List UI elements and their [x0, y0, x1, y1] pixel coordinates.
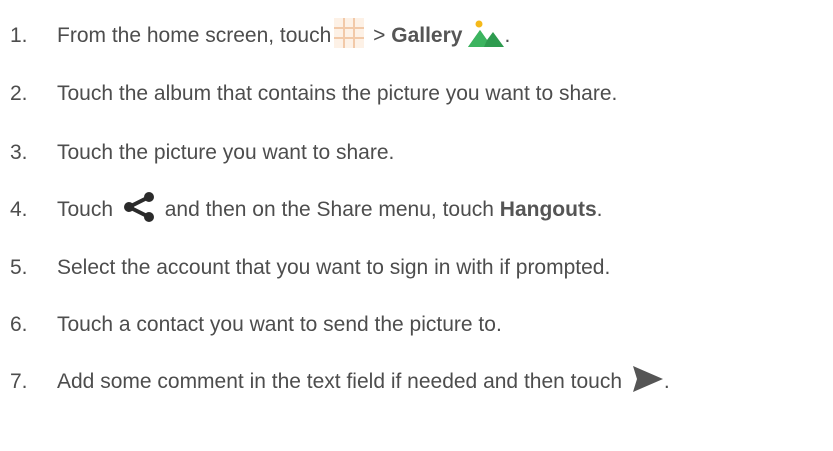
- step-text-part: .: [663, 370, 670, 393]
- step-5: 5. Select the account that you want to s…: [10, 248, 610, 288]
- hangouts-label: Hangouts: [499, 198, 597, 221]
- step-text: Touch the picture you want to share.: [57, 141, 395, 164]
- step-text: Touch and then on the Share menu, touch …: [57, 191, 602, 229]
- step-number: 2.: [10, 82, 28, 105]
- step-text-part: >: [367, 24, 392, 47]
- step-number: 6.: [10, 313, 28, 336]
- step-text: From the home screen, touch > Gallery .: [57, 17, 510, 55]
- step-text-part: Touch: [57, 198, 119, 221]
- step-2: 2. Touch the album that contains the pic…: [10, 74, 617, 114]
- step-text-part: Add some comment in the text field if ne…: [57, 370, 628, 393]
- share-icon: [123, 191, 155, 229]
- gallery-label: Gallery: [391, 24, 463, 47]
- step-3: 3. Touch the picture you want to share.: [10, 133, 394, 173]
- step-number: 3.: [10, 141, 28, 164]
- step-4: 4. Touch and then on the Share menu, tou…: [10, 190, 602, 230]
- step-text-part: and then on the Share menu, touch: [158, 198, 500, 221]
- step-7: 7. Add some comment in the text field if…: [10, 362, 670, 402]
- step-text: Add some comment in the text field if ne…: [57, 365, 670, 399]
- step-1: 1. From the home screen, touch > Gallery: [10, 16, 510, 56]
- step-text: Touch a contact you want to send the pic…: [57, 313, 502, 336]
- apps-grid-icon: [333, 17, 365, 55]
- step-number: 5.: [10, 256, 28, 279]
- step-number: 7.: [10, 370, 28, 393]
- step-text-part: .: [596, 198, 603, 221]
- step-text: Touch the album that contains the pictur…: [57, 82, 618, 105]
- gallery-icon: [468, 18, 505, 54]
- step-text-part: .: [504, 24, 511, 47]
- step-text: Select the account that you want to sign…: [57, 256, 611, 279]
- step-6: 6. Touch a contact you want to send the …: [10, 305, 502, 345]
- step-text-part: From the home screen, touch: [57, 24, 332, 47]
- step-number: 4.: [10, 198, 28, 221]
- send-icon: [632, 365, 664, 399]
- step-number: 1.: [10, 24, 28, 47]
